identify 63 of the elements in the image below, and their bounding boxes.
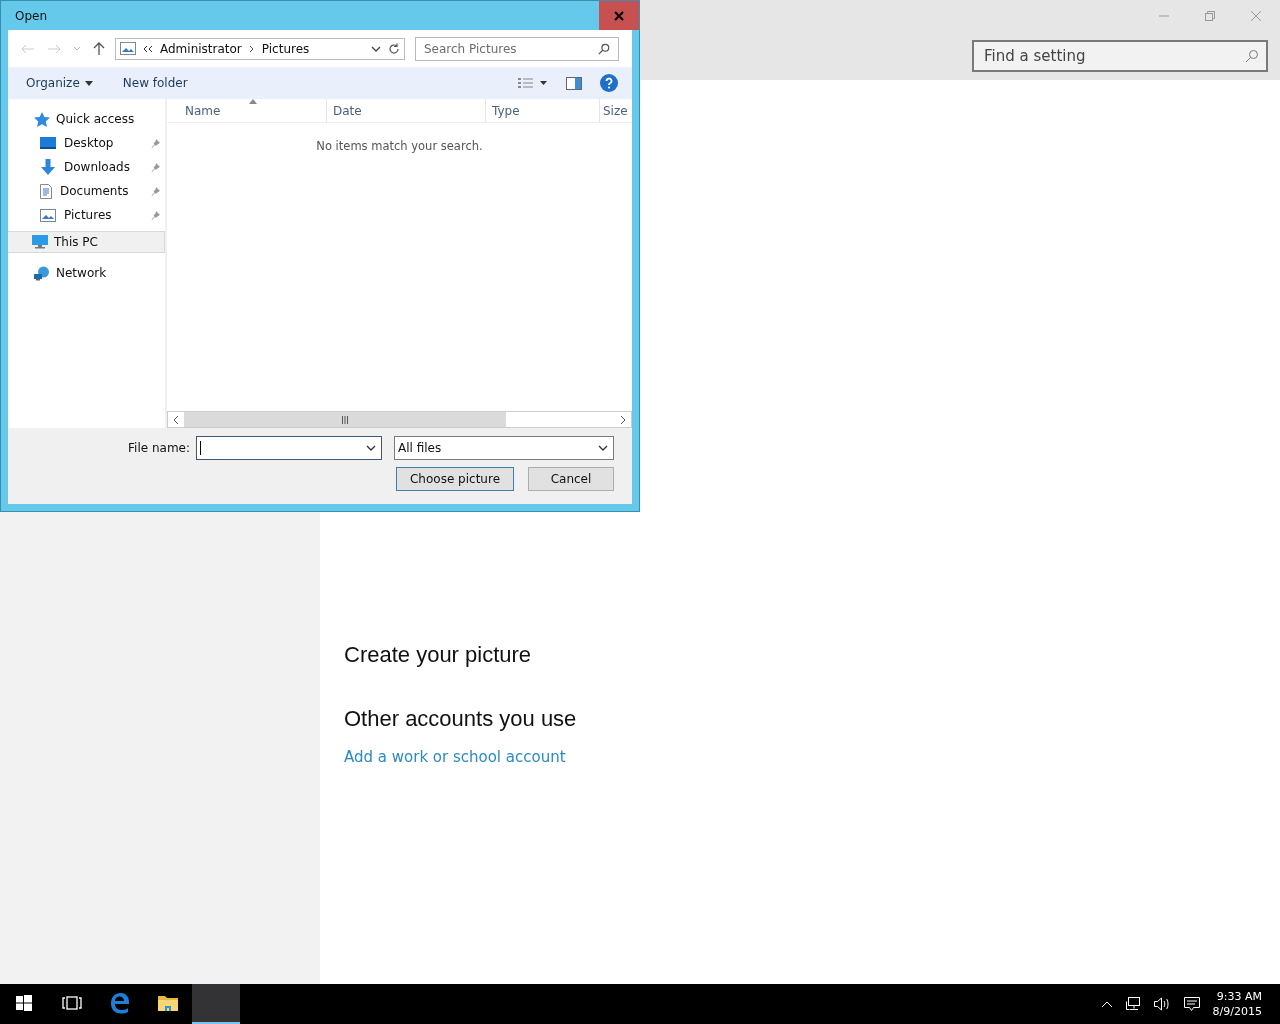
taskbar-button[interactable] bbox=[192, 984, 240, 1024]
nav-item[interactable]: Quick access bbox=[8, 107, 165, 131]
notification-icon[interactable] bbox=[1182, 996, 1201, 1012]
column-header[interactable]: Name bbox=[167, 99, 326, 122]
file-name-label: File name: bbox=[128, 441, 190, 455]
star-icon bbox=[34, 111, 50, 127]
clock-time: 9:33 AM bbox=[1216, 989, 1262, 1004]
chevron-down-icon[interactable] bbox=[366, 445, 376, 451]
browser-icon bbox=[109, 992, 131, 1014]
column-header[interactable]: Type bbox=[485, 99, 599, 122]
choose-picture-button[interactable]: Choose picture bbox=[396, 467, 514, 491]
folder-icon bbox=[157, 994, 179, 1012]
chevron-up-icon[interactable] bbox=[1100, 1000, 1113, 1008]
breadcrumb[interactable]: Administrator bbox=[160, 41, 242, 56]
overflow-chevron-icon bbox=[143, 44, 153, 53]
network-icon bbox=[34, 265, 50, 281]
sort-arrow-icon bbox=[249, 99, 257, 104]
add-account-link[interactable]: Add a work or school account bbox=[344, 748, 566, 766]
nav-item[interactable]: This PC bbox=[8, 231, 165, 253]
desktop-icon bbox=[40, 137, 56, 149]
chevron-right-icon bbox=[248, 44, 255, 53]
search-field[interactable]: Search Pictures bbox=[415, 36, 619, 61]
search-icon bbox=[598, 42, 610, 55]
new-folder-button[interactable]: New folder bbox=[116, 73, 194, 93]
document-icon bbox=[40, 183, 52, 199]
search-field[interactable]: Find a setting bbox=[972, 40, 1268, 72]
pictures-folder-icon bbox=[120, 42, 136, 55]
grip-icon bbox=[341, 415, 349, 424]
nav-item[interactable]: Network bbox=[8, 261, 165, 285]
address-bar[interactable]: Administrator Pictures bbox=[115, 37, 405, 60]
task-view-icon bbox=[62, 996, 82, 1010]
nav-item[interactable]: Downloads bbox=[8, 155, 165, 179]
chevron-down-icon[interactable] bbox=[371, 45, 381, 52]
organize-menu-button[interactable]: Organize bbox=[20, 73, 99, 93]
help-icon[interactable] bbox=[600, 74, 618, 92]
cancel-button[interactable]: Cancel bbox=[528, 467, 614, 491]
breadcrumb[interactable]: Pictures bbox=[261, 41, 310, 56]
section-heading: Other accounts you use bbox=[344, 706, 577, 732]
close-icon bbox=[614, 10, 624, 21]
refresh-icon[interactable] bbox=[388, 42, 400, 55]
file-type-dropdown[interactable]: All files bbox=[394, 436, 614, 460]
download-arrow-icon bbox=[40, 159, 56, 175]
network-icon[interactable] bbox=[1124, 996, 1141, 1012]
column-header[interactable]: Size bbox=[599, 99, 632, 122]
file-name-field[interactable] bbox=[196, 436, 382, 460]
pictures-folder-icon bbox=[40, 208, 56, 222]
section-heading: Create your picture bbox=[344, 642, 532, 668]
empty-message: No items match your search. bbox=[316, 139, 483, 155]
preview-pane-icon[interactable] bbox=[566, 76, 582, 90]
up-arrow-icon[interactable] bbox=[93, 41, 105, 56]
chevron-down-icon bbox=[598, 445, 608, 451]
nav-item[interactable]: Desktop bbox=[8, 131, 165, 155]
column-header[interactable]: Date bbox=[326, 99, 485, 122]
close-button[interactable] bbox=[599, 1, 639, 30]
nav-item[interactable]: Documents bbox=[8, 179, 165, 203]
windows-icon bbox=[16, 995, 32, 1011]
search-icon bbox=[1245, 49, 1259, 63]
computer-icon bbox=[32, 235, 48, 249]
window-title: Open bbox=[14, 8, 48, 23]
clock-date: 8/9/2015 bbox=[1212, 1004, 1262, 1019]
speaker-icon[interactable] bbox=[1152, 996, 1171, 1012]
nav-item[interactable]: Pictures bbox=[8, 203, 165, 227]
view-options-icon[interactable] bbox=[518, 77, 548, 89]
